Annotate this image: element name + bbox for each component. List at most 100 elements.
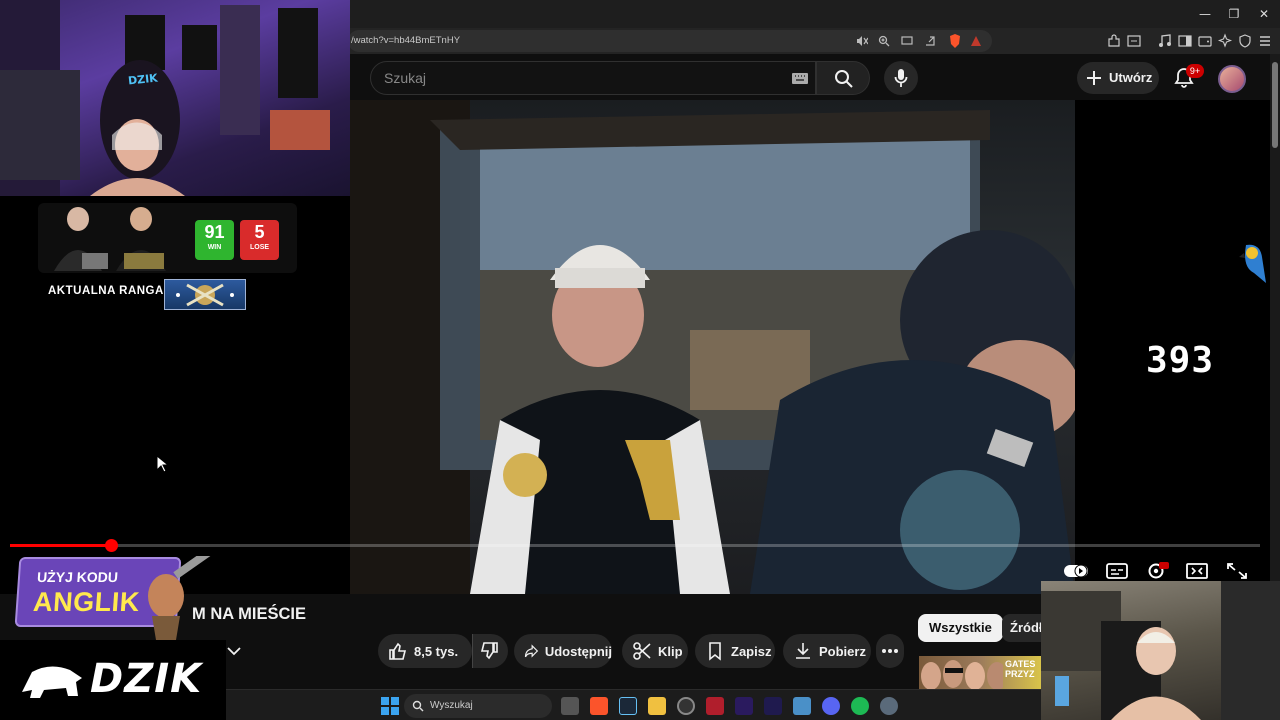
app-icon[interactable] xyxy=(706,697,724,715)
file-explorer-icon[interactable] xyxy=(648,697,666,715)
theater-mode-icon[interactable] xyxy=(1185,562,1209,580)
brand-logo-text: DZIK xyxy=(90,656,203,702)
guest-webcam-image xyxy=(1041,581,1280,720)
like-count: 8,5 tys. xyxy=(414,643,459,659)
zoom-icon[interactable] xyxy=(878,35,890,47)
autoplay-toggle-icon[interactable] xyxy=(1064,562,1088,580)
account-avatar[interactable] xyxy=(1218,65,1246,93)
like-button[interactable]: 8,5 tys. xyxy=(378,634,472,668)
microphone-icon xyxy=(894,69,908,87)
lose-label: LOSE xyxy=(249,244,270,251)
task-view-icon[interactable] xyxy=(561,697,579,715)
progress-played xyxy=(10,544,111,547)
mute-tab-icon[interactable] xyxy=(856,35,868,47)
scissors-icon xyxy=(633,642,651,660)
chevron-down-icon[interactable] xyxy=(226,644,242,658)
lose-count: 5 xyxy=(254,222,265,242)
webcam-room-image xyxy=(0,0,330,196)
scrollbar-thumb[interactable] xyxy=(1272,62,1278,148)
share-label: Udostępnij xyxy=(544,643,612,659)
brand-logo-panel: DZIK xyxy=(0,640,226,720)
lose-counter: 5 LOSE xyxy=(240,220,279,260)
search-placeholder: Szukaj xyxy=(384,70,427,86)
music-icon[interactable] xyxy=(1157,33,1173,49)
fullscreen-icon[interactable] xyxy=(1225,562,1249,580)
photos-icon[interactable] xyxy=(793,697,811,715)
vpn-shield-icon[interactable] xyxy=(1237,33,1253,49)
voice-search-button[interactable] xyxy=(884,61,918,95)
thumbs-down-icon xyxy=(480,642,498,660)
leo-ai-icon[interactable] xyxy=(1217,33,1233,49)
promo-line: UŻYJ KODU xyxy=(36,569,119,585)
current-rank-label: AKTUALNA RANGA: xyxy=(48,285,169,297)
sidebar-icon[interactable] xyxy=(1177,33,1193,49)
video-content-image xyxy=(350,100,1075,594)
brave-rewards-icon[interactable] xyxy=(970,35,982,47)
chip-all[interactable]: Wszystkie xyxy=(918,614,1003,642)
bottle-counter-overlay: 393 xyxy=(1146,340,1215,381)
close-icon[interactable]: ✕ xyxy=(1249,4,1279,24)
search-button[interactable] xyxy=(816,61,870,95)
dislike-button[interactable] xyxy=(472,634,508,668)
more-horizontal-icon xyxy=(882,649,898,653)
brave-browser-icon[interactable] xyxy=(590,697,608,715)
restore-icon[interactable]: ❐ xyxy=(1219,4,1249,24)
minimize-icon[interactable]: — xyxy=(1190,4,1220,24)
obs-icon[interactable] xyxy=(677,697,695,715)
recommended-video-thumbnail[interactable]: GATES PRZYZ xyxy=(919,656,1041,690)
keyboard-icon[interactable] xyxy=(792,73,808,84)
clip-button[interactable]: Klip xyxy=(622,634,688,668)
steam-icon[interactable] xyxy=(619,697,637,715)
wallet-icon[interactable] xyxy=(1197,33,1213,49)
create-label: Utwórz xyxy=(1109,70,1153,85)
search-input[interactable]: Szukaj xyxy=(370,61,816,95)
win-counter: 91 WIN xyxy=(195,220,234,260)
video-title: M NA MIEŚCIE xyxy=(192,605,306,623)
download-icon xyxy=(796,643,810,659)
progress-scrubber[interactable] xyxy=(105,539,118,552)
address-bar[interactable]: /watch?v=hb44BmETnHY xyxy=(348,30,992,52)
search-icon xyxy=(412,700,424,712)
cast-icon[interactable] xyxy=(901,35,913,47)
video-frame[interactable] xyxy=(350,100,1075,594)
share-button[interactable]: Udostępnij xyxy=(514,634,612,668)
score-panel: 91 WIN 5 LOSE xyxy=(38,203,297,273)
menu-icon[interactable] xyxy=(1257,33,1273,49)
win-label: WIN xyxy=(207,244,222,251)
streamer-webcam: DZIK xyxy=(0,0,350,196)
windows-start-icon[interactable] xyxy=(381,697,399,715)
bookmark-icon xyxy=(709,642,721,661)
rank-badge xyxy=(164,279,246,310)
after-effects-icon[interactable] xyxy=(764,697,782,715)
taskbar-search-placeholder: Wyszukaj xyxy=(430,700,473,711)
spotify-icon[interactable] xyxy=(851,697,869,715)
promo-code: ANGLIK xyxy=(32,587,141,617)
youtube-header: Szukaj Utwórz 9+ xyxy=(350,54,1280,100)
discord-icon[interactable] xyxy=(822,697,840,715)
save-button[interactable]: Zapisz xyxy=(695,634,775,668)
more-actions-button[interactable] xyxy=(876,634,904,668)
thumbnail-faces xyxy=(921,660,1003,690)
rank-emblem-icon xyxy=(176,283,234,307)
url-text: /watch?v=hb44BmETnHY xyxy=(351,35,461,46)
mouse-cursor-icon xyxy=(156,455,168,473)
save-label: Zapisz xyxy=(731,643,772,659)
video-progress-bar[interactable] xyxy=(10,539,1260,552)
parrot-icon xyxy=(1239,244,1266,283)
extensions-icon[interactable] xyxy=(1106,33,1122,49)
taskbar-search[interactable]: Wyszukaj xyxy=(404,694,552,718)
settings-icon[interactable] xyxy=(880,697,898,715)
download-button[interactable]: Pobierz xyxy=(783,634,871,668)
players-photo xyxy=(54,207,166,271)
win-count: 91 xyxy=(204,222,225,242)
settings-gear-icon[interactable] xyxy=(1145,562,1169,580)
boar-logo-icon xyxy=(22,666,82,698)
clip-label: Klip xyxy=(658,643,683,659)
brave-shield-icon[interactable] xyxy=(948,33,962,49)
create-button[interactable]: Utwórz xyxy=(1077,62,1159,94)
premiere-pro-icon[interactable] xyxy=(735,697,753,715)
subtitles-icon[interactable] xyxy=(1105,562,1129,580)
share-icon xyxy=(524,644,539,658)
window-icon[interactable] xyxy=(1126,33,1142,49)
share-page-icon[interactable] xyxy=(924,35,936,47)
